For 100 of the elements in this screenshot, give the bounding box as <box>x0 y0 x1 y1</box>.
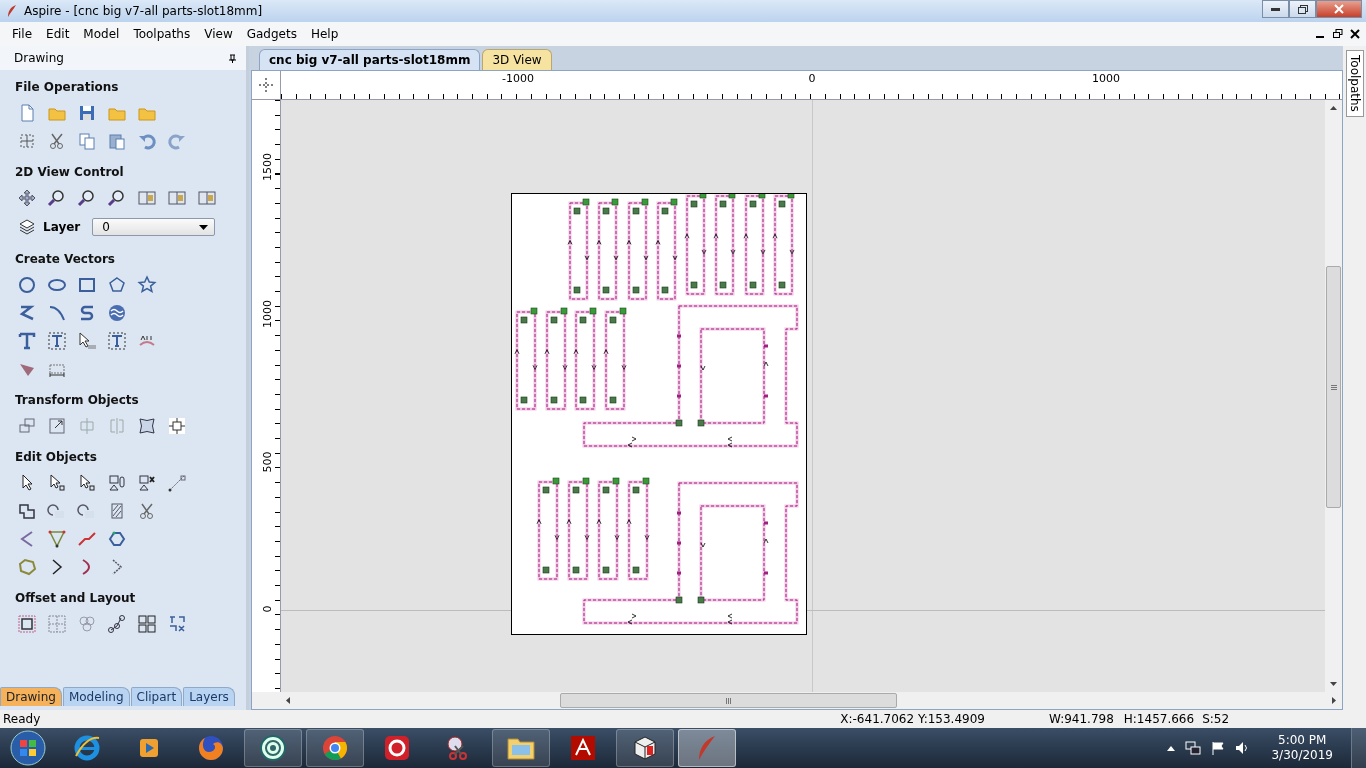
horizontal-scrollbar[interactable] <box>252 692 1342 709</box>
wave-icon[interactable] <box>107 303 127 323</box>
ruler-label: 500 <box>260 450 274 475</box>
restore-icon[interactable] <box>1333 29 1343 39</box>
menu-item[interactable]: Model <box>76 27 127 41</box>
toolpaths-tab[interactable]: Toolpaths <box>1345 50 1364 117</box>
play-icon <box>137 736 161 760</box>
speaker-icon[interactable] <box>1235 741 1250 755</box>
layers-icon[interactable] <box>17 217 37 237</box>
taskbar-button[interactable] <box>616 729 674 767</box>
nodes-icon[interactable] <box>107 614 127 634</box>
menu-item[interactable]: Edit <box>39 27 77 41</box>
down-arrow-icon[interactable] <box>1330 682 1337 686</box>
circle-icon[interactable] <box>17 275 37 295</box>
taskbar-button[interactable] <box>306 729 364 767</box>
menu-item[interactable]: Gadgets <box>239 27 304 41</box>
pan-arrows-icon[interactable] <box>17 188 37 208</box>
clock[interactable]: 5:00 PM 3/30/2019 <box>1271 733 1333 763</box>
clock-time: 5:00 PM <box>1278 733 1327 748</box>
close-icon[interactable] <box>1350 29 1360 39</box>
grid-icon[interactable] <box>137 614 157 634</box>
center-icon[interactable] <box>167 416 187 436</box>
menu-item[interactable]: Help <box>303 27 346 41</box>
measure-icon[interactable] <box>167 473 187 493</box>
text-box-icon[interactable] <box>47 331 67 351</box>
document-tab[interactable]: cnc big v7-all parts-slot18mm <box>259 49 481 70</box>
ungroup-icon[interactable] <box>137 473 157 493</box>
curve-icon[interactable] <box>47 303 67 323</box>
offset-icon[interactable] <box>17 614 37 634</box>
text-box-icon[interactable] <box>107 331 127 351</box>
loop-icon[interactable] <box>107 529 127 549</box>
status-message: Ready <box>3 712 41 726</box>
zoom-scale: S:52 <box>1202 712 1230 726</box>
minimize-button[interactable] <box>1262 0 1289 18</box>
folder-icon <box>506 735 536 761</box>
panel-title: Drawing <box>14 51 64 65</box>
pin-icon[interactable] <box>229 53 236 63</box>
weld-icon[interactable] <box>17 501 37 521</box>
panel-tab[interactable]: Modeling <box>62 687 130 706</box>
close-button[interactable] <box>1316 0 1362 18</box>
zoom-icon[interactable] <box>47 188 67 208</box>
copy-icon[interactable] <box>77 131 97 151</box>
up-arrow-icon[interactable] <box>1330 106 1337 110</box>
scrollbar-thumb[interactable] <box>1326 266 1341 508</box>
start-button[interactable] <box>10 730 46 766</box>
pentagon-icon[interactable] <box>107 275 127 295</box>
star-icon[interactable] <box>137 275 157 295</box>
subtract-icon[interactable] <box>47 501 67 521</box>
ruler-label: 0 <box>260 604 274 615</box>
overlap-squares-icon[interactable] <box>17 416 37 436</box>
section-title: Transform Objects <box>15 392 140 409</box>
ruler-label: 1000 <box>1092 72 1120 85</box>
show-desktop-button[interactable] <box>1351 728 1366 768</box>
pointer-node-icon[interactable] <box>47 473 67 493</box>
ruler-label: 0 <box>808 72 816 85</box>
acrobat-icon <box>570 735 596 761</box>
section-title: File Operations <box>15 79 120 96</box>
flag-icon[interactable] <box>1211 741 1226 755</box>
distort-icon[interactable] <box>137 416 157 436</box>
clock-date: 3/30/2019 <box>1271 748 1333 763</box>
menu-item[interactable]: View <box>197 27 240 41</box>
ruler-label: 1000 <box>260 302 274 328</box>
maximize-button[interactable] <box>1289 0 1316 18</box>
up-arrow-icon[interactable] <box>1167 745 1176 751</box>
polyline-icon[interactable] <box>17 303 37 323</box>
taskbar-button[interactable] <box>244 729 302 767</box>
panel-tab[interactable]: Drawing <box>0 687 62 706</box>
pointer-text-icon[interactable] <box>77 331 97 351</box>
layer-label: Layer <box>43 220 81 234</box>
triangle-nodes-icon[interactable] <box>47 529 67 549</box>
group-icon[interactable] <box>107 473 127 493</box>
pointer-node-icon[interactable] <box>77 473 97 493</box>
taskbar-button[interactable] <box>492 729 550 767</box>
zoom-icon[interactable] <box>77 188 97 208</box>
scale-icon[interactable] <box>47 416 67 436</box>
rectangle-icon[interactable] <box>77 275 97 295</box>
caret-icon <box>199 224 209 230</box>
vertical-scrollbar[interactable] <box>1325 100 1342 692</box>
right-arrow-icon[interactable] <box>1332 697 1336 704</box>
menu-item[interactable]: Toolpaths <box>126 27 198 41</box>
panel-tab[interactable]: Layers <box>183 687 235 706</box>
document-tab[interactable]: 3D View <box>482 49 552 70</box>
paste-icon[interactable] <box>107 131 127 151</box>
text-icon[interactable] <box>17 331 37 351</box>
scrollbar-thumb[interactable] <box>560 693 897 708</box>
zoom-icon[interactable] <box>107 188 127 208</box>
feather-icon <box>696 735 718 761</box>
panel-tab[interactable]: Clipart <box>130 687 183 706</box>
left-arrow-icon[interactable] <box>286 697 290 704</box>
subtract-icon[interactable] <box>77 501 97 521</box>
undo-icon[interactable] <box>137 131 157 151</box>
network-icon[interactable] <box>1185 741 1202 755</box>
layer-dropdown[interactable]: 0 <box>92 218 216 236</box>
target-icon <box>259 734 287 762</box>
section-title: 2D View Control <box>15 164 125 181</box>
polygon-icon[interactable] <box>17 557 37 577</box>
menu-item[interactable]: File <box>5 27 40 41</box>
letter-e-icon <box>73 734 101 762</box>
section-title: Create Vectors <box>15 251 116 268</box>
selection-height: H:1457.666 <box>1123 712 1195 726</box>
